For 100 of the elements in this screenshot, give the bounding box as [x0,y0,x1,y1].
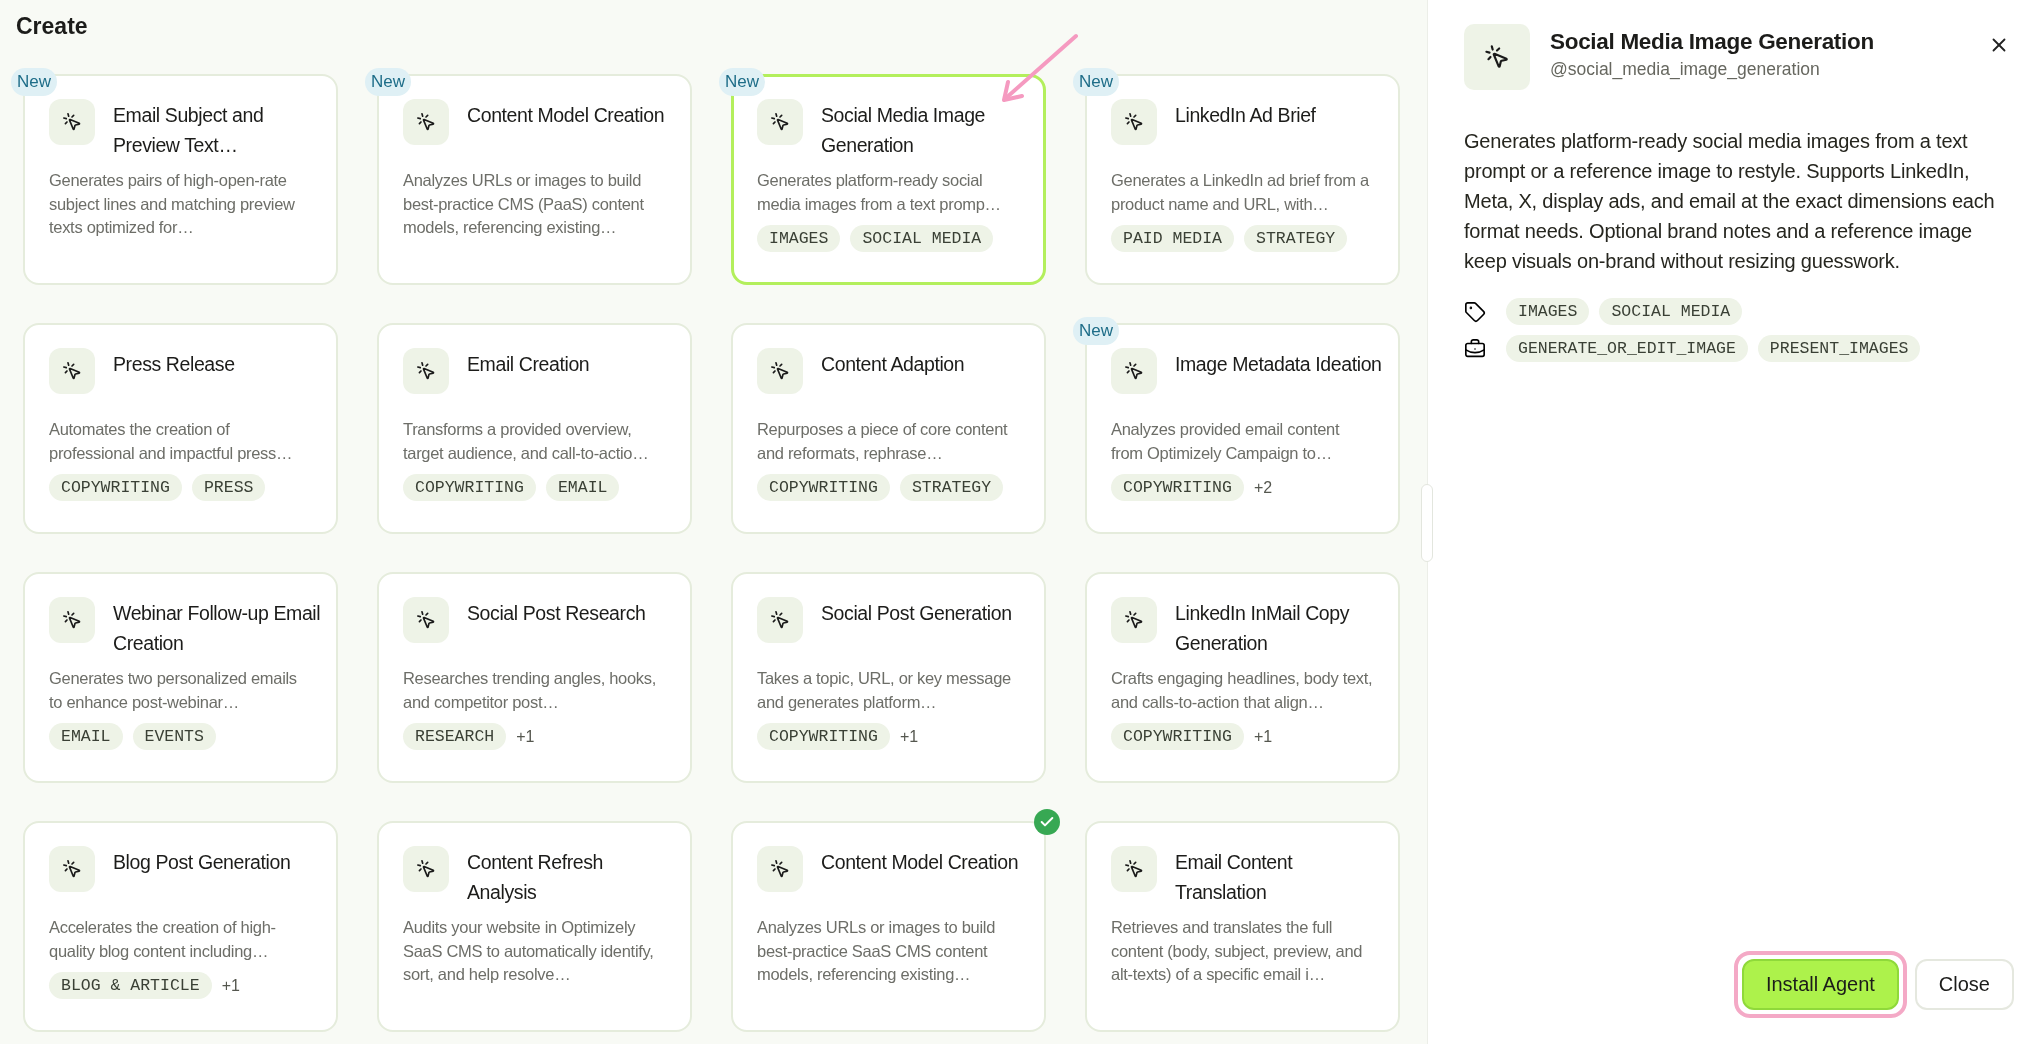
card-title: Social Post Research [467,601,646,626]
cursor-click-icon [770,610,790,630]
scrollbar-thumb[interactable] [1421,484,1433,562]
cursor-click-icon [1124,859,1144,879]
tag: BLOG & ARTICLE [49,972,212,999]
cursor-click-icon [416,859,436,879]
agent-card[interactable]: Webinar Follow-up Email Creation Generates two personalized emails to enhance post-webinar… EMAIL EVENTS [23,572,338,783]
cursor-click-icon [1124,610,1144,630]
tag: COPYWRITING [757,723,890,750]
tag: COPYWRITING [1111,474,1244,501]
card-title: Content Refresh Analysis [467,850,604,905]
cursor-click-icon [1124,361,1144,381]
briefcase-icon [1464,337,1486,360]
cursor-click-icon [770,361,790,381]
agent-card[interactable]: Blog Post Generation Accelerates the creation of high-quality blog content including… BLOG & ARTICLE +1 [23,821,338,1032]
cursor-click-icon [416,610,436,630]
cursor-click-icon [62,859,82,879]
card-description: Generates pairs of high-open-rate subject lines and matching preview texts optimized for… [49,170,296,238]
tag: EVENTS [132,723,216,750]
new-badge: New [1073,68,1119,96]
card-title: Email Creation [467,352,590,377]
agent-handle: @social_media_image_generation [1550,59,1821,80]
agent-card[interactable]: Social Post Generation Takes a topic, URL, or key message and generates platform… COPYWRITING +1 [731,572,1046,783]
agent-title: Social Media Image Generation [1550,29,1875,55]
cursor-click-icon [62,361,82,381]
card-description: Retrieves and translates the full content (body, subject, preview, and alt-texts) of a specific email i… [1111,917,1364,985]
card-title: LinkedIn Ad Brief [1175,103,1316,128]
card-title: Content Model Creation [467,103,665,128]
agent-card[interactable]: Content Adaption Repurposes a piece of core content and reformats, rephrase… COPYWRITING STRATEGY [731,323,1046,534]
tag: SOCIAL MEDIA [850,225,994,252]
card-description: Generates platform-ready social media images from a text promp… [757,170,1002,215]
new-badge: New [719,68,765,96]
card-title: Blog Post Generation [113,850,291,875]
tag: EMAIL [545,474,620,501]
card-title: Email Content Translation [1175,850,1294,905]
tag: PAID MEDIA [1111,225,1235,252]
card-title: Social Media Image Generation [821,103,987,158]
agent-card[interactable]: Email Content Translation Retrieves and translates the full content (body, subject, preview, and alt-texts) of a specific email i… [1085,821,1400,1032]
card-description: Analyzes URLs or images to build best-practice SaaS CMS content models, referencing existing… [757,917,996,985]
card-description: Analyzes URLs or images to build best-practice CMS (PaaS) content models, referencing existing… [403,170,645,238]
card-title: Image Metadata Ideation [1175,352,1382,377]
tag-icon [1464,300,1486,323]
new-badge: New [11,68,57,96]
tag: COPYWRITING [403,474,536,501]
card-description: Repurposes a piece of core content and reformats, rephrase… [757,419,1009,464]
tag: COPYWRITING [49,474,182,501]
new-badge: New [365,68,411,96]
agent-card[interactable]: Social Post Research Researches trending angles, hooks, and competitor post… RESEARCH +1 [377,572,692,783]
cursor-click-icon [416,112,436,132]
card-description: Transforms a provided overview, target audience, and call-to-actio… [403,419,650,464]
tag: COPYWRITING [757,474,890,501]
card-description: Generates a LinkedIn ad brief from a product name and URL, with… [1111,170,1370,215]
agent-description: Generates platform-ready social media images from a text prompt or a reference image to restyle. Supports LinkedIn, Meta, X, display ads, and email at the exact dimensions each format needs. Optional brand notes and a reference image keep visuals on-brand without resizing guesswork. [1464,129,1996,274]
card-title: Social Post Generation [821,601,1012,626]
card-title: Press Release [113,352,235,377]
cursor-click-icon [1484,44,1510,70]
card-description: Crafts engaging headlines, body text, and calls-to-action that align… [1111,668,1374,713]
tag: SOCIAL MEDIA [1599,298,1743,325]
install-button[interactable]: Install Agent [1741,959,1899,1010]
tool-tag: PRESENT_IMAGES [1757,335,1921,362]
card-description: Automates the creation of professional and impactful press… [49,419,294,464]
card-title: Webinar Follow-up Email Creation [113,601,322,656]
card-description: Analyzes provided email content from Optimizely Campaign to… [1111,419,1341,464]
tag: PRESS [191,474,266,501]
page-title: Create [16,12,89,40]
cursor-click-icon [62,610,82,630]
cursor-click-icon [770,112,790,132]
agent-card[interactable]: LinkedIn InMail Copy Generation Crafts engaging headlines, body text, and calls-to-action that align… COPYWRITING +1 [1085,572,1400,783]
tag: RESEARCH [403,723,507,750]
agent-card[interactable]: Content Model Creation Analyzes URLs or images to build best-practice SaaS CMS content models, referencing existing… [731,821,1046,1032]
more-count: +1 [1253,727,1273,746]
more-count: +1 [221,976,240,995]
card-title: Content Model Creation [821,850,1019,875]
more-count: +2 [1253,478,1273,497]
more-count: +1 [516,727,535,746]
tag: IMAGES [757,225,841,252]
agent-card[interactable]: Email Creation Transforms a provided overview, target audience, and call-to-actio… COPYWRITING EMAIL [377,323,692,534]
close-button[interactable]: Close [1914,959,2014,1010]
tool-tag: GENERATE_OR_EDIT_IMAGE [1506,335,1748,362]
cursor-click-icon [770,859,790,879]
card-title: Content Adaption [821,352,965,377]
cursor-click-icon [416,361,436,381]
card-title: Email Subject and Preview Text… [113,103,265,158]
card-description: Accelerates the creation of high-quality blog content including… [49,917,277,962]
tag: EMAIL [49,723,123,750]
tag: COPYWRITING [1111,723,1244,750]
card-title: LinkedIn InMail Copy Generation [1175,601,1351,656]
agent-card[interactable]: Content Refresh Analysis Audits your website in Optimizely SaaS CMS to automatically identify, sort, and help resolve… [377,821,692,1032]
cursor-click-icon [1124,112,1144,132]
cursor-click-icon [62,112,82,132]
card-description: Researches trending angles, hooks, and competitor post… [403,668,658,713]
card-description: Generates two personalized emails to enhance post-webinar… [49,668,298,713]
card-description: Takes a topic, URL, or key message and generates platform… [757,668,1012,713]
new-badge: New [1073,317,1119,345]
tag: STRATEGY [1244,225,1348,252]
agent-card[interactable]: Press Release Automates the creation of professional and impactful press… COPYWRITING PRESS [23,323,338,534]
tag: STRATEGY [899,474,1004,501]
more-count: +1 [899,727,919,746]
card-description: Audits your website in Optimizely SaaS CMS to automatically identify, sort, and help resolve… [403,917,655,985]
tag: IMAGES [1506,298,1590,325]
